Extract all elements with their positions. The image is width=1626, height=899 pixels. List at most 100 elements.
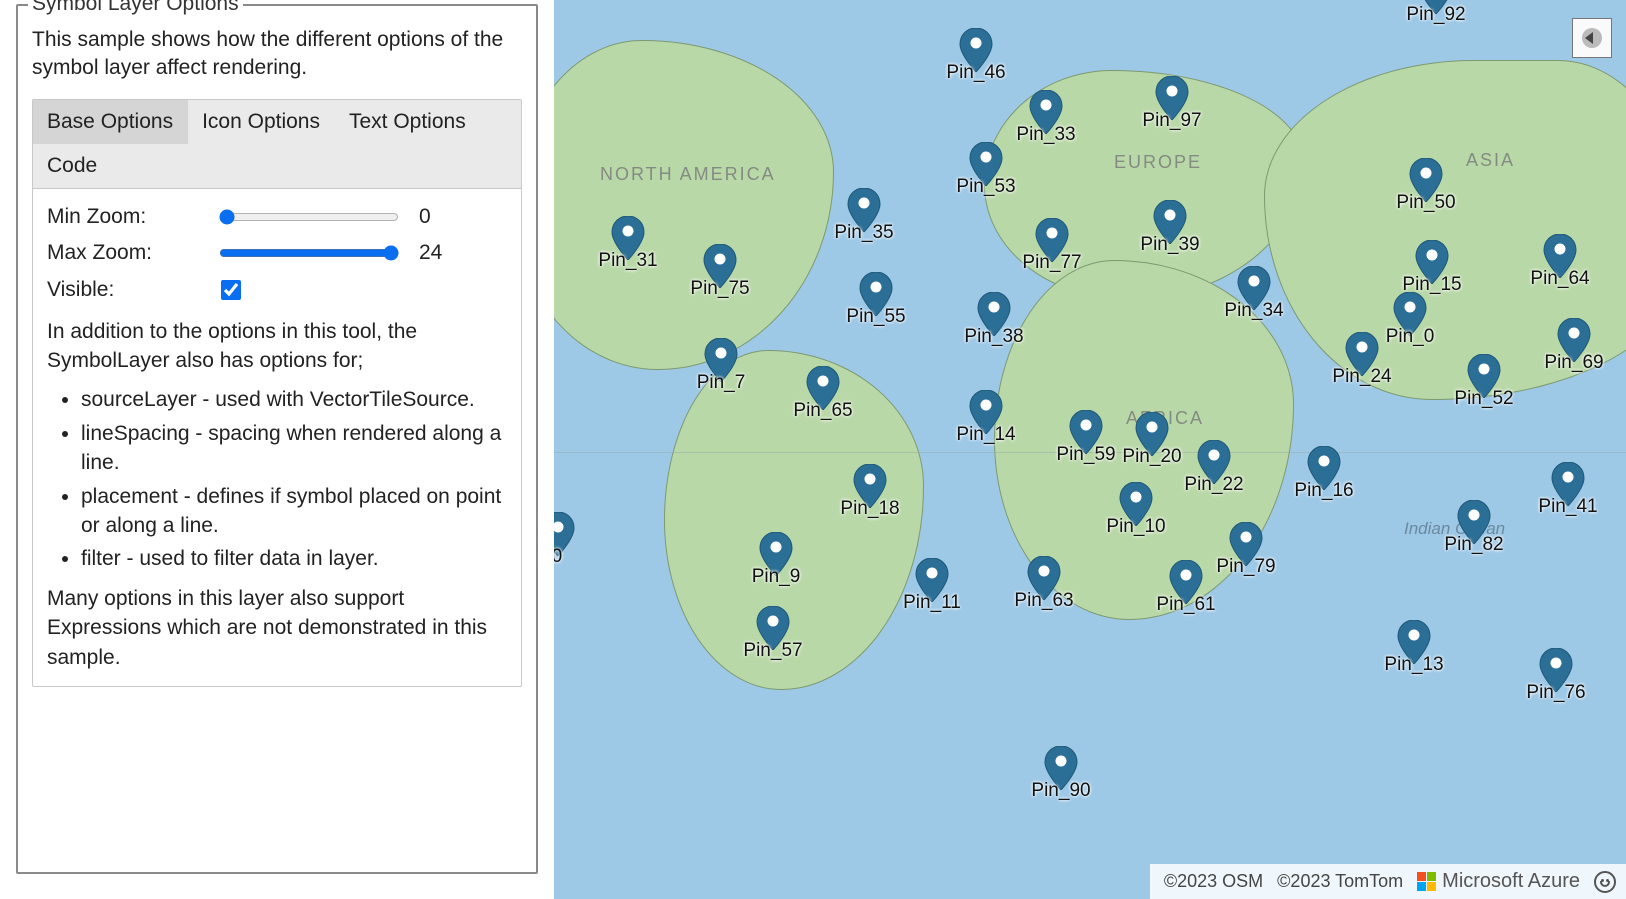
map-pin-label: Pin_31 (598, 250, 657, 272)
map-pin[interactable]: Pin_33 (1029, 90, 1063, 134)
map-pin-label: Pin_38 (964, 326, 1023, 348)
tab-body-base-options: Min Zoom: 0 Max Zoom: 24 Visible: In add… (33, 189, 521, 686)
map-pin[interactable]: Pin_50 (1409, 158, 1443, 202)
map-pin[interactable]: Pin_15 (1415, 240, 1449, 284)
map-pin-label: Pin_14 (956, 424, 1015, 446)
map-pin[interactable]: Pin_14 (969, 390, 1003, 434)
map-pin[interactable]: Pin_90 (1044, 746, 1078, 790)
map-pin-label: Pin_64 (1530, 268, 1589, 290)
map-pin-label: Pin_61 (1156, 594, 1215, 616)
map-pin-label: Pin_0 (1386, 326, 1435, 348)
tab-code[interactable]: Code (33, 144, 521, 188)
map-pin[interactable]: 40 (554, 512, 575, 556)
continent-shape (554, 40, 834, 370)
bullet-filter: filter - used to filter data in layer. (81, 544, 507, 573)
map-pin[interactable]: Pin_52 (1467, 354, 1501, 398)
azure-map[interactable]: ©2023 OSM ©2023 TomTom Microsoft Azure N… (554, 0, 1626, 899)
additional-outro: Many options in this layer also support … (47, 584, 507, 672)
map-pin[interactable]: Pin_92 (1419, 0, 1453, 14)
attribution-tomtom: ©2023 TomTom (1277, 871, 1403, 892)
map-pin[interactable]: Pin_75 (703, 244, 737, 288)
additional-intro: In addition to the options in this tool,… (47, 317, 507, 376)
options-tabbox: Base Options Icon Options Text Options C… (32, 99, 522, 687)
map-pin[interactable]: Pin_55 (859, 272, 893, 316)
map-pin-label: Pin_20 (1122, 446, 1181, 468)
map-pin-label: Pin_75 (690, 278, 749, 300)
map-pin[interactable]: Pin_13 (1397, 620, 1431, 664)
map-pin[interactable]: Pin_31 (611, 216, 645, 260)
map-style-picker-button[interactable] (1572, 18, 1612, 58)
map-pin[interactable]: Pin_9 (759, 532, 793, 576)
symbol-layer-options-panel: Symbol Layer Options This sample shows h… (16, 4, 538, 874)
attribution-osm: ©2023 OSM (1164, 871, 1263, 892)
visible-checkbox[interactable] (221, 280, 241, 300)
map-pin-label: Pin_59 (1056, 444, 1115, 466)
map-pin-label: Pin_18 (840, 498, 899, 520)
map-pin-label: Pin_16 (1294, 480, 1353, 502)
map-pin[interactable]: Pin_77 (1035, 218, 1069, 262)
map-pin-label: Pin_9 (752, 566, 801, 588)
map-pin-label: Pin_55 (846, 306, 905, 328)
map-pin[interactable]: Pin_0 (1393, 292, 1427, 336)
map-pin[interactable]: Pin_97 (1155, 76, 1189, 120)
map-pin-label: Pin_57 (743, 640, 802, 662)
map-pin-label: 40 (554, 546, 562, 568)
map-pin-label: Pin_39 (1140, 234, 1199, 256)
map-pin-label: Pin_69 (1544, 352, 1603, 374)
map-pin-label: Pin_90 (1031, 780, 1090, 802)
map-pin-label: Pin_63 (1014, 590, 1073, 612)
map-pin[interactable]: Pin_57 (756, 606, 790, 650)
map-pin-label: Pin_53 (956, 176, 1015, 198)
map-pin[interactable]: Pin_35 (847, 188, 881, 232)
options-tabbar: Base Options Icon Options Text Options C… (33, 100, 521, 189)
tab-text-options[interactable]: Text Options (335, 100, 481, 144)
map-pin[interactable]: Pin_34 (1237, 266, 1271, 310)
tab-base-options[interactable]: Base Options (33, 100, 188, 144)
map-pin[interactable]: Pin_69 (1557, 318, 1591, 362)
min-zoom-label: Min Zoom: (47, 205, 217, 229)
map-pin[interactable]: Pin_24 (1345, 332, 1379, 376)
attribution-brand: Microsoft Azure (1442, 870, 1580, 893)
map-pin[interactable]: Pin_18 (853, 464, 887, 508)
map-pin[interactable]: Pin_63 (1027, 556, 1061, 600)
map-pin[interactable]: Pin_65 (806, 366, 840, 410)
map-pin-label: Pin_10 (1106, 516, 1165, 538)
map-pin[interactable]: Pin_59 (1069, 410, 1103, 454)
map-pin-label: Pin_65 (793, 400, 852, 422)
map-pin[interactable]: Pin_41 (1551, 462, 1585, 506)
map-pin[interactable]: Pin_76 (1539, 648, 1573, 692)
max-zoom-value: 24 (419, 241, 449, 265)
map-pin[interactable]: Pin_82 (1457, 500, 1491, 544)
min-zoom-value: 0 (419, 205, 449, 229)
map-pin[interactable]: Pin_46 (959, 28, 993, 72)
bullet-sourcelayer: sourceLayer - used with VectorTileSource… (81, 385, 507, 414)
option-min-zoom-row: Min Zoom: 0 (47, 205, 507, 229)
feedback-icon[interactable] (1594, 871, 1616, 893)
map-pin[interactable]: Pin_61 (1169, 560, 1203, 604)
map-pin-label: Pin_34 (1224, 300, 1283, 322)
map-pin-label: Pin_52 (1454, 388, 1513, 410)
map-pin[interactable]: Pin_79 (1229, 522, 1263, 566)
map-pin[interactable]: Pin_11 (915, 558, 949, 602)
map-pin[interactable]: Pin_16 (1307, 446, 1341, 490)
panel-legend: Symbol Layer Options (28, 0, 243, 16)
map-pin[interactable]: Pin_64 (1543, 234, 1577, 278)
option-max-zoom-row: Max Zoom: 24 (47, 241, 507, 265)
map-pin[interactable]: Pin_7 (704, 338, 738, 382)
map-pin-label: Pin_11 (903, 592, 961, 614)
map-pin[interactable]: Pin_22 (1197, 440, 1231, 484)
map-pin[interactable]: Pin_20 (1135, 412, 1169, 456)
map-pin[interactable]: Pin_39 (1153, 200, 1187, 244)
min-zoom-slider[interactable] (219, 209, 399, 225)
map-pin[interactable]: Pin_38 (977, 292, 1011, 336)
max-zoom-slider[interactable] (219, 245, 399, 261)
microsoft-logo-icon (1417, 872, 1436, 891)
map-pin[interactable]: Pin_53 (969, 142, 1003, 186)
tab-icon-options[interactable]: Icon Options (188, 100, 335, 144)
map-pin-label: Pin_92 (1406, 4, 1465, 26)
map-pin[interactable]: Pin_10 (1119, 482, 1153, 526)
additional-bullets: sourceLayer - used with VectorTileSource… (81, 385, 507, 573)
visible-label: Visible: (47, 278, 217, 302)
map-pin-label: Pin_76 (1526, 682, 1585, 704)
map-pin-label: Pin_13 (1384, 654, 1443, 676)
